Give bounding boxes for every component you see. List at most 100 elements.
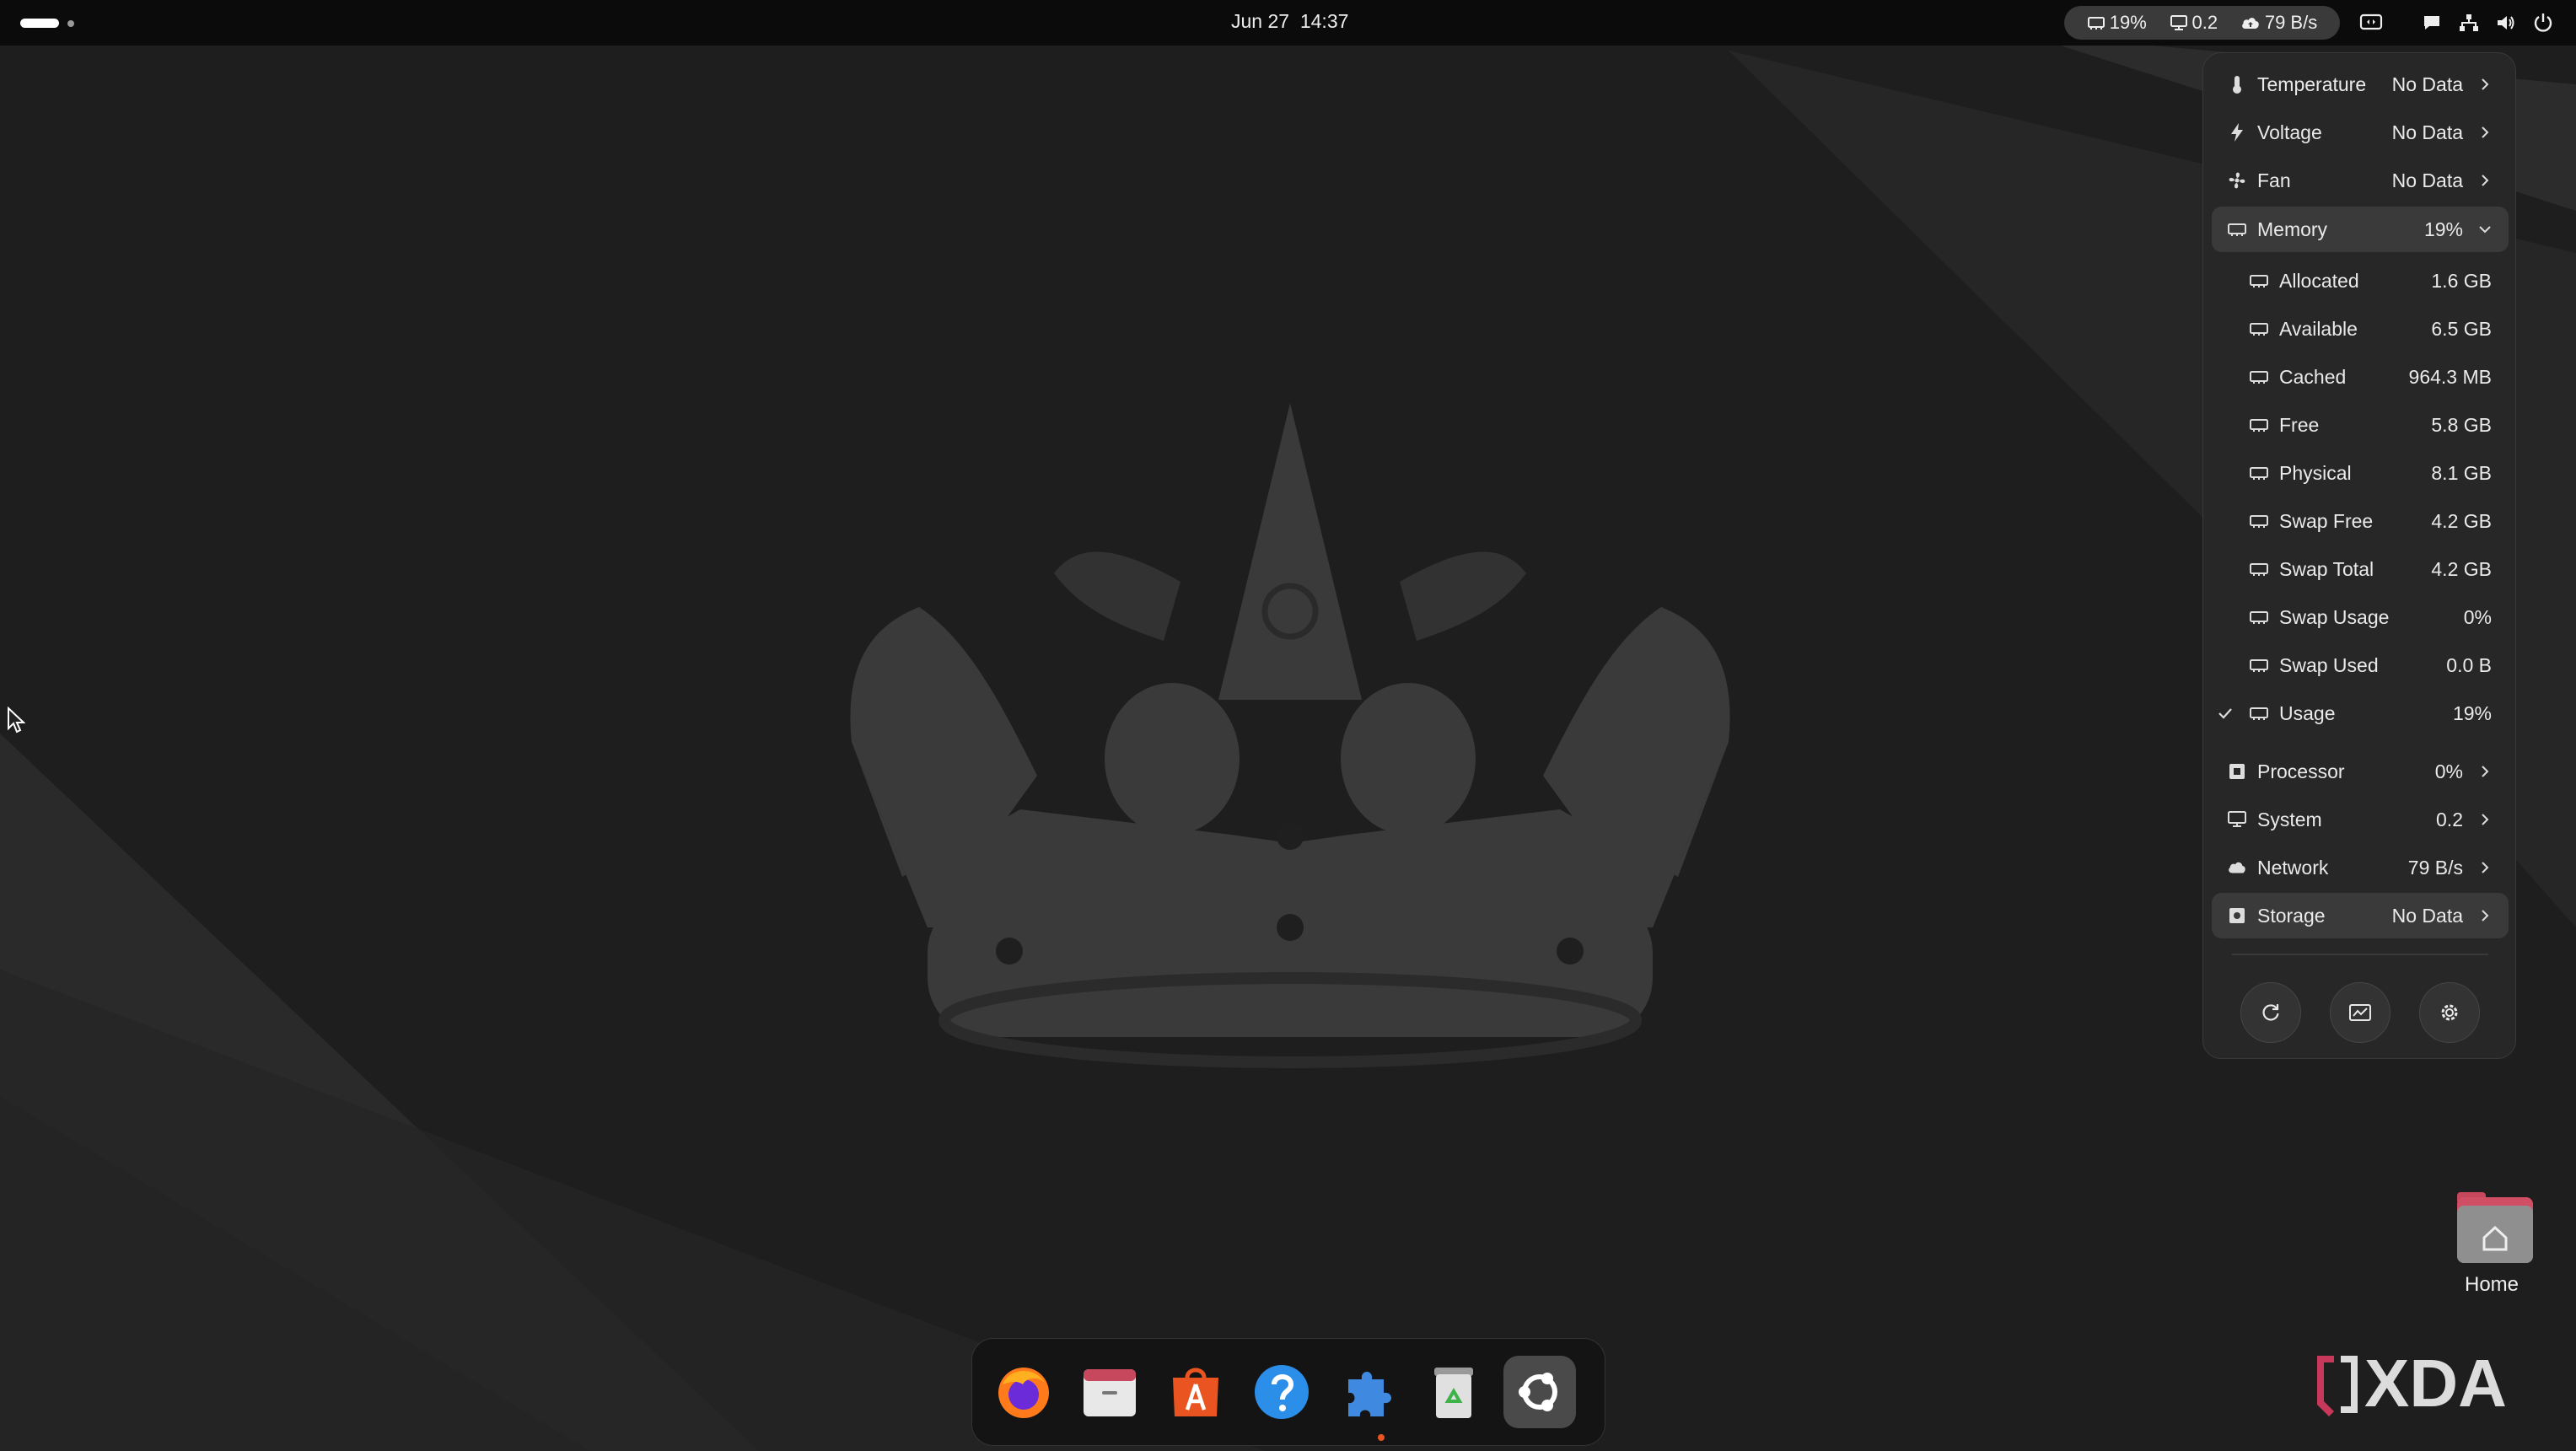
network-wired-icon[interactable] xyxy=(2457,11,2481,35)
memory-item-cached[interactable]: Cached 964.3 MB xyxy=(2212,354,2509,400)
swap-free-value: 4.2 GB xyxy=(2431,510,2492,532)
menu-item-temperature[interactable]: Temperature No Data xyxy=(2212,62,2509,107)
swap-total-value: 4.2 GB xyxy=(2431,558,2492,580)
menu-item-memory[interactable]: Memory 19% xyxy=(2212,207,2509,252)
allocated-label: Allocated xyxy=(2279,270,2359,292)
memory-chip-icon xyxy=(2249,511,2269,531)
workspace-active-indicator[interactable] xyxy=(20,19,59,28)
system-monitor-button[interactable] xyxy=(2330,982,2390,1043)
allocated-value: 1.6 GB xyxy=(2431,270,2492,292)
dock-app-app-center[interactable] xyxy=(1159,1356,1232,1428)
dock-app-files[interactable] xyxy=(1073,1356,1146,1428)
puzzle-piece-icon xyxy=(1348,1372,1391,1416)
processor-value: 0% xyxy=(2434,760,2463,782)
memory-chip-icon xyxy=(2249,559,2269,579)
memory-chip-icon xyxy=(2249,271,2269,291)
home-folder-icon xyxy=(2457,1192,2533,1263)
workspace-indicator[interactable] xyxy=(67,20,74,27)
memory-chip-icon xyxy=(2249,655,2269,675)
clock[interactable]: Jun 27 14:37 xyxy=(1231,10,1348,33)
swap-usage-label: Swap Usage xyxy=(2279,606,2390,628)
memory-item-swap-usage[interactable]: Swap Usage 0% xyxy=(2212,594,2509,640)
menu-item-voltage[interactable]: Voltage No Data xyxy=(2212,110,2509,155)
firefox-icon xyxy=(998,1368,1049,1418)
network-label: Network xyxy=(2257,857,2329,879)
network-value: 79 B/s xyxy=(2407,857,2463,879)
dock-app-extension-manager[interactable] xyxy=(1331,1356,1404,1428)
chevron-right-icon xyxy=(2477,172,2493,189)
available-label: Available xyxy=(2279,318,2358,340)
home-folder-label: Home xyxy=(2464,1273,2520,1296)
app-center-icon xyxy=(1173,1368,1218,1416)
memory-item-available[interactable]: Available 6.5 GB xyxy=(2212,306,2509,352)
memory-item-swap-used[interactable]: Swap Used 0.0 B xyxy=(2212,642,2509,688)
indicator-memory-value: 19% xyxy=(2109,12,2147,33)
fan-label: Fan xyxy=(2257,169,2291,191)
free-value: 5.8 GB xyxy=(2431,414,2492,436)
clock-date: Jun 27 xyxy=(1231,10,1290,32)
chat-icon[interactable] xyxy=(2420,11,2444,35)
system-monitor-icon xyxy=(2349,1004,2371,1021)
memory-item-swap-free[interactable]: Swap Free 4.2 GB xyxy=(2212,498,2509,544)
chevron-right-icon xyxy=(2477,811,2493,828)
swap-free-label: Swap Free xyxy=(2279,510,2374,532)
indicator-system: 0.2 xyxy=(2170,12,2218,34)
cloud-upload-icon xyxy=(2241,18,2259,29)
power-icon[interactable] xyxy=(2531,11,2555,35)
refresh-icon xyxy=(2262,1004,2279,1021)
desktop-wallpaper xyxy=(0,0,2576,1451)
clock-time: 14:37 xyxy=(1299,10,1349,32)
chevron-right-icon xyxy=(2477,124,2493,141)
memory-item-swap-total[interactable]: Swap Total 4.2 GB xyxy=(2212,546,2509,592)
refresh-button[interactable] xyxy=(2240,982,2301,1043)
thermometer-icon xyxy=(2227,74,2247,94)
menu-item-network[interactable]: Network 79 B/s xyxy=(2212,845,2509,890)
indicator-network: 79 B/s xyxy=(2240,12,2317,34)
running-indicator xyxy=(1378,1434,1385,1441)
system-label: System xyxy=(2257,809,2322,830)
monitor-icon xyxy=(2170,15,2187,30)
menu-item-fan[interactable]: Fan No Data xyxy=(2212,158,2509,203)
system-value: 0.2 xyxy=(2436,809,2463,830)
system-monitor-indicator[interactable]: 19% 0.2 79 B/s xyxy=(2064,6,2340,40)
volume-icon[interactable] xyxy=(2494,11,2518,35)
available-value: 6.5 GB xyxy=(2431,318,2492,340)
monitor-icon xyxy=(2227,809,2247,830)
indicator-system-value: 0.2 xyxy=(2191,12,2218,33)
xda-logo: XDA xyxy=(2317,1351,2507,1418)
memory-item-allocated[interactable]: Allocated 1.6 GB xyxy=(2212,258,2509,304)
mouse-cursor-icon xyxy=(8,707,25,734)
cloud-icon xyxy=(2227,857,2247,878)
memory-chip-icon xyxy=(2227,219,2247,239)
system-monitor-menu: Temperature No Data Voltage No Data Fan … xyxy=(2202,52,2516,1059)
dock-app-firefox[interactable] xyxy=(987,1356,1060,1428)
physical-value: 8.1 GB xyxy=(2431,462,2492,484)
dock-show-apps[interactable] xyxy=(1503,1356,1576,1428)
chevron-right-icon xyxy=(2477,76,2493,93)
temperature-value: No Data xyxy=(2391,73,2463,95)
indicator-memory: 19% xyxy=(2087,12,2147,34)
memory-chip-icon xyxy=(2249,415,2269,435)
memory-label: Memory xyxy=(2257,218,2328,240)
chevron-right-icon xyxy=(2477,907,2493,924)
top-bar: Jun 27 14:37 19% 0.2 79 B/s xyxy=(0,0,2576,46)
menu-item-processor[interactable]: Processor 0% xyxy=(2212,749,2509,794)
memory-chip-icon xyxy=(2249,367,2269,387)
memory-item-usage[interactable]: Usage 19% xyxy=(2212,691,2509,736)
dock-app-trash[interactable] xyxy=(1417,1356,1490,1428)
dock-app-help[interactable] xyxy=(1245,1356,1318,1428)
storage-label: Storage xyxy=(2257,905,2326,927)
menu-separator xyxy=(2232,954,2488,955)
temperature-label: Temperature xyxy=(2257,73,2367,95)
cached-value: 964.3 MB xyxy=(2408,366,2492,388)
settings-button[interactable] xyxy=(2419,982,2480,1043)
swap-usage-value: 0% xyxy=(2463,606,2492,628)
menu-item-system[interactable]: System 0.2 xyxy=(2212,797,2509,842)
fan-value: No Data xyxy=(2391,169,2463,191)
trash-icon xyxy=(1434,1368,1473,1418)
memory-item-free[interactable]: Free 5.8 GB xyxy=(2212,402,2509,448)
screen-share-icon[interactable] xyxy=(2359,11,2383,35)
memory-item-physical[interactable]: Physical 8.1 GB xyxy=(2212,450,2509,496)
chevron-right-icon xyxy=(2477,859,2493,876)
menu-item-storage[interactable]: Storage No Data xyxy=(2212,893,2509,938)
